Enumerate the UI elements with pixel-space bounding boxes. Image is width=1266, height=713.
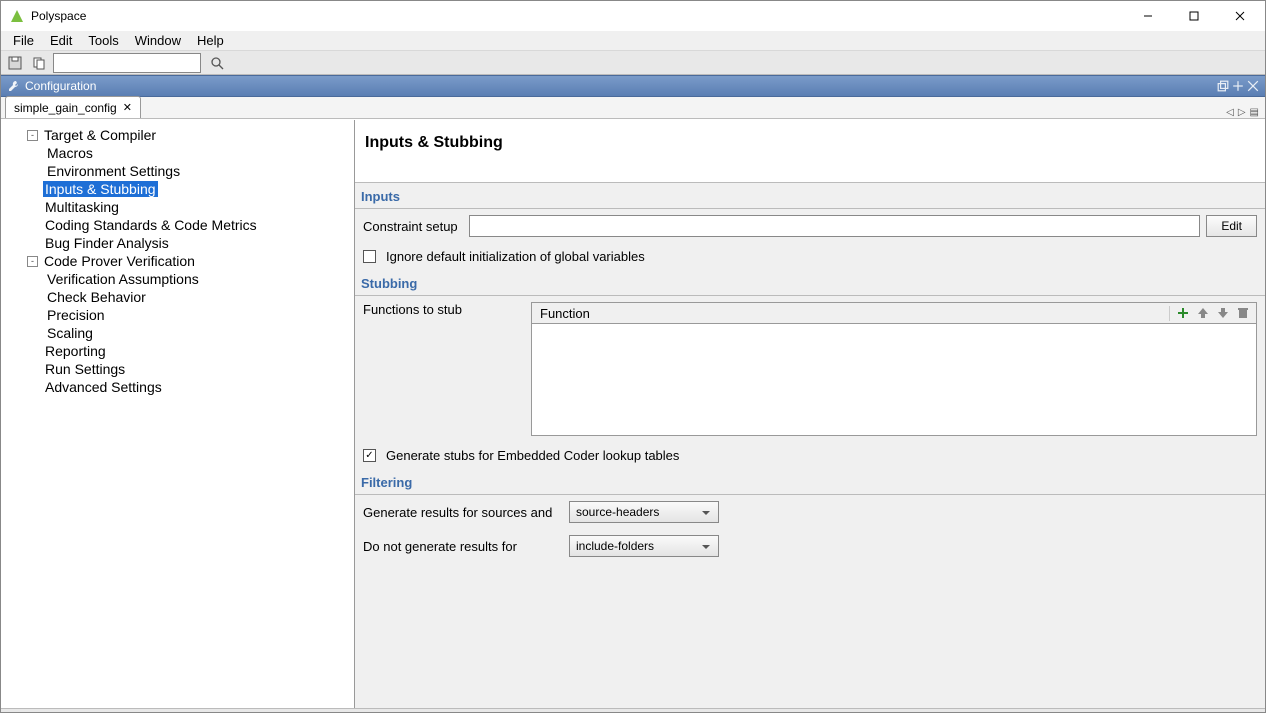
ignore-default-init-label: Ignore default initialization of global … xyxy=(386,249,645,264)
tree-item-label: Bug Finder Analysis xyxy=(43,235,171,251)
tree-item-label: Precision xyxy=(45,307,107,323)
menu-file[interactable]: File xyxy=(5,31,42,50)
section-stubbing-header: Stubbing xyxy=(355,270,1265,296)
menu-help[interactable]: Help xyxy=(189,31,232,50)
tree-item[interactable]: Verification Assumptions xyxy=(1,270,354,288)
generate-stubs-label: Generate stubs for Embedded Coder lookup… xyxy=(386,448,679,463)
configuration-panel-header: Configuration xyxy=(1,75,1265,97)
tree-expander-icon[interactable]: - xyxy=(27,256,38,267)
tab-list-icon[interactable]: ▤ xyxy=(1250,107,1259,118)
panel-min-icon[interactable] xyxy=(1232,80,1244,92)
tree-item-label: Target & Compiler xyxy=(42,127,158,143)
tree-item[interactable]: Check Behavior xyxy=(1,288,354,306)
move-up-icon[interactable] xyxy=(1196,306,1210,320)
constraint-setup-label: Constraint setup xyxy=(363,219,463,234)
tab-next-icon[interactable]: ▷ xyxy=(1238,107,1246,118)
panel-close-icon[interactable] xyxy=(1247,80,1259,92)
tree-item[interactable]: Bug Finder Analysis xyxy=(1,234,354,252)
menu-tools[interactable]: Tools xyxy=(80,31,126,50)
tree-item[interactable]: Environment Settings xyxy=(1,162,354,180)
tree-item[interactable]: Precision xyxy=(1,306,354,324)
function-column-header: Function xyxy=(532,306,1170,321)
section-inputs-header: Inputs xyxy=(355,183,1265,209)
functions-to-stub-label: Functions to stub xyxy=(363,302,523,317)
tree-item-label: Reporting xyxy=(43,343,108,359)
tree-item-label: Environment Settings xyxy=(45,163,182,179)
title-bar: Polyspace xyxy=(1,1,1265,31)
tab-config[interactable]: simple_gain_config ✕ xyxy=(5,96,141,118)
tab-label: simple_gain_config xyxy=(14,101,117,115)
tree-item[interactable]: Inputs & Stubbing xyxy=(1,180,354,198)
not-generate-results-select[interactable]: include-folders xyxy=(569,535,719,557)
section-filtering-header: Filtering xyxy=(355,469,1265,495)
tree-item[interactable]: Coding Standards & Code Metrics xyxy=(1,216,354,234)
app-title: Polyspace xyxy=(31,9,1125,23)
generate-stubs-checkbox[interactable] xyxy=(363,449,376,462)
status-bar xyxy=(1,708,1265,712)
delete-icon[interactable] xyxy=(1236,306,1250,320)
search-input[interactable] xyxy=(53,53,201,73)
tree-item[interactable]: Multitasking xyxy=(1,198,354,216)
wrench-icon xyxy=(7,79,21,93)
tree-item[interactable]: Advanced Settings xyxy=(1,378,354,396)
tab-strip: simple_gain_config ✕ ◁ ▷ ▤ xyxy=(1,97,1265,119)
page-title: Inputs & Stubbing xyxy=(365,134,1255,152)
tree-item-label: Macros xyxy=(45,145,95,161)
tree-item-label: Multitasking xyxy=(43,199,121,215)
ignore-default-init-checkbox[interactable] xyxy=(363,250,376,263)
edit-button[interactable]: Edit xyxy=(1206,215,1257,237)
tree-item-label: Verification Assumptions xyxy=(45,271,201,287)
add-icon[interactable] xyxy=(1176,306,1190,320)
toolbar xyxy=(1,51,1265,75)
search-icon[interactable] xyxy=(207,53,227,73)
functions-table: Function xyxy=(531,302,1257,436)
tree-expander-icon[interactable]: - xyxy=(27,130,38,141)
maximize-button[interactable] xyxy=(1171,1,1217,31)
page-title-region: Inputs & Stubbing xyxy=(355,120,1265,183)
generate-results-label: Generate results for sources and xyxy=(363,505,563,520)
tree-item-label: Run Settings xyxy=(43,361,127,377)
tree-item[interactable]: Run Settings xyxy=(1,360,354,378)
functions-list[interactable] xyxy=(531,324,1257,436)
generate-results-select[interactable]: source-headers xyxy=(569,501,719,523)
content-pane: Inputs & Stubbing Inputs Constraint setu… xyxy=(355,120,1265,708)
tree-item[interactable]: Scaling xyxy=(1,324,354,342)
tab-close-icon[interactable]: ✕ xyxy=(123,101,132,114)
close-button[interactable] xyxy=(1217,1,1263,31)
move-down-icon[interactable] xyxy=(1216,306,1230,320)
minimize-button[interactable] xyxy=(1125,1,1171,31)
not-generate-results-label: Do not generate results for xyxy=(363,539,563,554)
tree-item[interactable]: -Target & Compiler xyxy=(1,126,354,144)
tree-item[interactable]: Reporting xyxy=(1,342,354,360)
tree-item[interactable]: Macros xyxy=(1,144,354,162)
tree-item-label: Coding Standards & Code Metrics xyxy=(43,217,259,233)
tree-item[interactable]: -Code Prover Verification xyxy=(1,252,354,270)
panel-restore-icon[interactable] xyxy=(1217,80,1229,92)
tree-item-label: Check Behavior xyxy=(45,289,148,305)
panel-title: Configuration xyxy=(25,79,1214,93)
tab-prev-icon[interactable]: ◁ xyxy=(1226,107,1234,118)
menu-window[interactable]: Window xyxy=(127,31,189,50)
app-icon xyxy=(9,8,25,24)
menu-edit[interactable]: Edit xyxy=(42,31,80,50)
tree-item-label: Advanced Settings xyxy=(43,379,164,395)
save-icon[interactable] xyxy=(5,53,25,73)
tree-item-label: Code Prover Verification xyxy=(42,253,197,269)
tree-item-label: Scaling xyxy=(45,325,95,341)
copy-icon[interactable] xyxy=(29,53,49,73)
menu-bar: File Edit Tools Window Help xyxy=(1,31,1265,51)
navigation-tree[interactable]: -Target & CompilerMacrosEnvironment Sett… xyxy=(1,120,355,708)
tree-item-label: Inputs & Stubbing xyxy=(43,181,158,197)
constraint-setup-input[interactable] xyxy=(469,215,1200,237)
